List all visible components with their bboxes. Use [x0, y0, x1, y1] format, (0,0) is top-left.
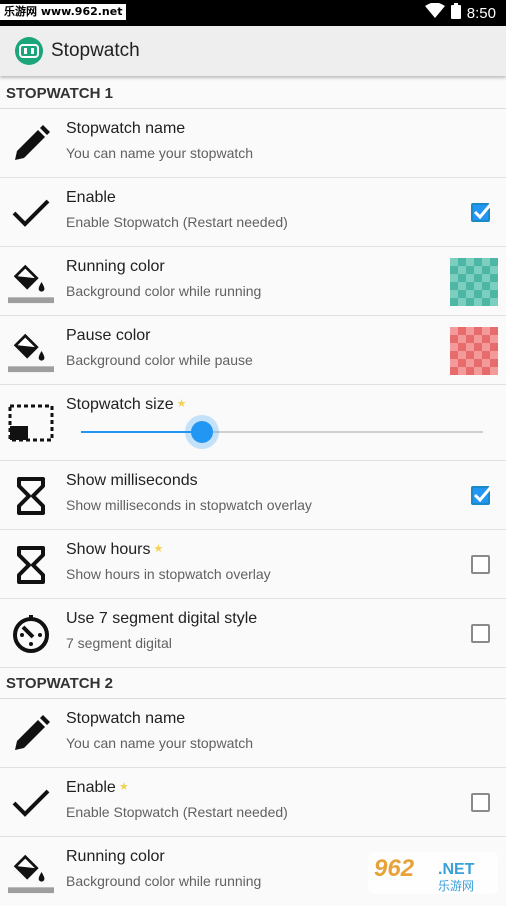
pref-stopwatch-size: Stopwatch size ★ — [0, 385, 506, 461]
show-milliseconds-checkbox[interactable] — [471, 486, 493, 505]
pref-title-text: Stopwatch size — [66, 396, 174, 413]
check-icon — [8, 781, 54, 825]
pref-stopwatch-name[interactable]: Stopwatch name You can name your stopwat… — [0, 109, 506, 178]
pref-running-color[interactable]: Running color Background color while run… — [0, 247, 506, 316]
app-bar: Stopwatch — [0, 26, 506, 76]
pref-summary: Background color while running — [66, 283, 262, 299]
star-icon: ★ — [176, 398, 187, 410]
hourglass-icon — [8, 474, 54, 518]
pref-summary: Background color while pause — [66, 352, 253, 368]
pause-color-swatch[interactable] — [450, 327, 498, 375]
pref-summary: Show hours in stopwatch overlay — [66, 566, 271, 582]
battery-icon — [450, 2, 461, 24]
status-time: 8:50 — [466, 4, 496, 22]
section-header-stopwatch-2: STOPWATCH 2 — [0, 668, 506, 699]
pref-show-hours[interactable]: Show hours ★ Show hours in stopwatch over… — [0, 530, 506, 599]
check-icon — [8, 191, 54, 235]
seven-segment-checkbox[interactable] — [471, 624, 490, 643]
pref-title-text: Enable — [66, 779, 116, 796]
paint-bucket-icon — [8, 850, 54, 894]
star-icon: ★ — [118, 781, 129, 793]
pref-summary: Background color while running — [66, 873, 262, 889]
wifi-icon — [424, 2, 445, 24]
watermark-text-bottom: 乐游网 — [438, 879, 474, 893]
app-title: Stopwatch — [51, 40, 140, 61]
settings-list: STOPWATCH 1 Stopwatch name You can name … — [0, 78, 506, 906]
timer-icon — [8, 612, 54, 656]
pref-summary: Enable Stopwatch (Restart needed) — [66, 214, 288, 230]
pref-title: Stopwatch name — [66, 120, 186, 137]
enable-checkbox[interactable] — [471, 203, 493, 222]
show-hours-checkbox[interactable] — [471, 555, 490, 574]
pref-title: Use 7 segment digital style — [66, 610, 258, 627]
status-right: 8:50 — [424, 0, 496, 26]
pref-title: Stopwatch name — [66, 710, 186, 727]
watermark-text-suffix: .NET — [438, 861, 475, 878]
enable-checkbox-2[interactable] — [471, 793, 490, 812]
size-slider[interactable] — [81, 415, 483, 449]
pencil-icon — [8, 122, 54, 166]
watermark-text-top: 962 — [374, 855, 415, 882]
pref-summary: Show milliseconds in stopwatch overlay — [66, 497, 312, 513]
pref-summary: You can name your stopwatch — [66, 145, 254, 161]
pref-show-milliseconds[interactable]: Show milliseconds Show milliseconds in s… — [0, 461, 506, 530]
pref-title: Stopwatch size ★ — [66, 396, 186, 414]
section-header-stopwatch-1: STOPWATCH 1 — [0, 78, 506, 109]
slider-thumb[interactable] — [190, 421, 213, 443]
hourglass-icon — [8, 543, 54, 587]
pencil-icon — [8, 712, 54, 756]
pref-7-segment[interactable]: Use 7 segment digital style 7 segment di… — [0, 599, 506, 668]
running-color-swatch[interactable] — [450, 258, 498, 306]
pref-summary: 7 segment digital — [66, 635, 172, 651]
pref-title: Enable — [66, 189, 116, 206]
slider-fill — [81, 431, 202, 433]
pref-pause-color[interactable]: Pause color Background color while pause — [0, 316, 506, 385]
pref-title: Running color — [66, 258, 165, 275]
pref-stopwatch-name-2[interactable]: Stopwatch name You can name your stopwat… — [0, 699, 506, 768]
status-bar: 乐游网 www.962.net 8:50 — [0, 0, 506, 26]
pref-title: Pause color — [66, 327, 151, 344]
pref-enable-2[interactable]: Enable ★ Enable Stopwatch (Restart needed… — [0, 768, 506, 837]
paint-bucket-icon — [8, 260, 54, 304]
pref-enable[interactable]: Enable Enable Stopwatch (Restart needed) — [0, 178, 506, 247]
watermark-logo: 962 .NET 乐游网 — [368, 852, 498, 894]
stopwatch-app-icon — [15, 37, 43, 65]
status-watermark: 乐游网 www.962.net — [0, 4, 127, 20]
pref-summary: You can name your stopwatch — [66, 735, 254, 751]
resize-icon — [8, 401, 54, 445]
pref-title: Enable ★ — [66, 779, 129, 797]
pref-title: Show hours ★ — [66, 541, 163, 559]
pref-title: Show milliseconds — [66, 472, 198, 489]
pref-title: Running color — [66, 848, 165, 865]
paint-bucket-icon — [8, 329, 54, 373]
pref-title-text: Show hours — [66, 541, 151, 558]
pref-summary: Enable Stopwatch (Restart needed) — [66, 804, 288, 820]
star-icon: ★ — [153, 543, 164, 555]
